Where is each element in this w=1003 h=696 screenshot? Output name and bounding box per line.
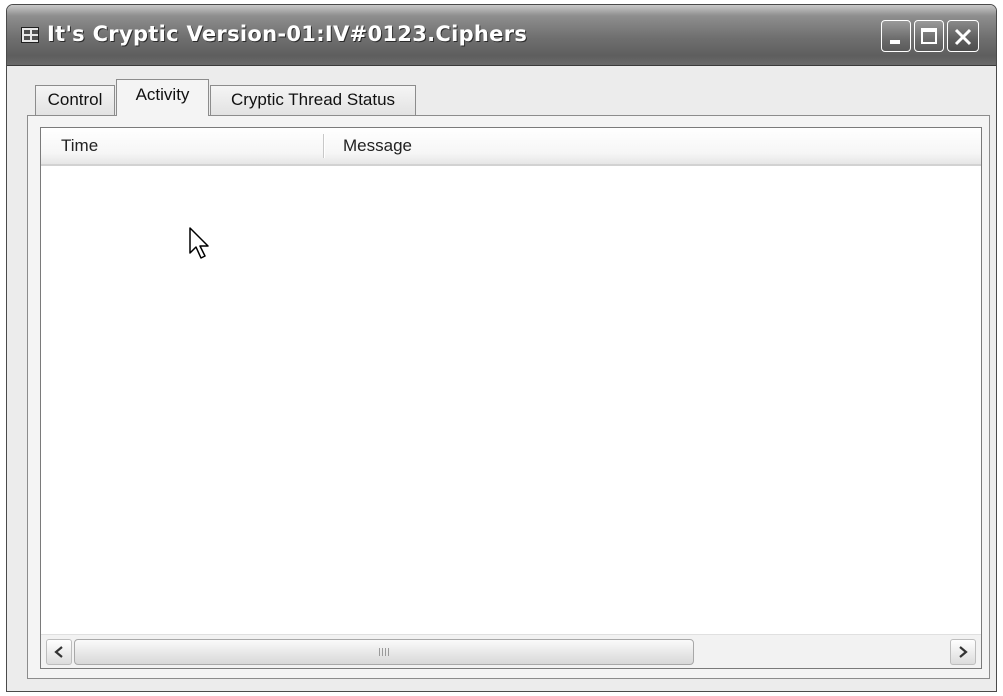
tab-activity[interactable]: Activity (116, 79, 209, 116)
title-bar[interactable]: It's Cryptic Version-01:IV#0123.Ciphers (7, 5, 996, 66)
tab-control[interactable]: Control (35, 85, 115, 115)
close-icon (954, 28, 972, 46)
window-title: It's Cryptic Version-01:IV#0123.Ciphers (47, 22, 528, 46)
activity-list-view[interactable]: Time Message (40, 127, 982, 669)
column-header-time[interactable]: Time (61, 128, 98, 164)
minimize-button[interactable] (881, 20, 911, 52)
tab-cryptic-thread-status[interactable]: Cryptic Thread Status (210, 85, 416, 115)
scroll-left-button[interactable] (46, 639, 72, 665)
grip-icon (379, 648, 391, 656)
column-header-message[interactable]: Message (343, 128, 412, 164)
scroll-right-button[interactable] (950, 639, 976, 665)
app-window-icon[interactable] (21, 27, 39, 43)
chevron-right-icon (959, 646, 968, 658)
horizontal-scrollbar[interactable] (41, 634, 981, 668)
close-button[interactable] (947, 20, 979, 52)
list-body[interactable] (41, 166, 981, 634)
main-window: It's Cryptic Version-01:IV#0123.Ciphers … (6, 4, 997, 692)
maximize-button[interactable] (914, 20, 944, 52)
column-divider[interactable] (323, 134, 324, 158)
mouse-pointer-icon (189, 227, 209, 259)
chevron-left-icon (54, 646, 63, 658)
activity-tab-panel: Time Message (27, 115, 990, 679)
scroll-thumb[interactable] (74, 639, 694, 665)
list-header: Time Message (41, 128, 981, 166)
